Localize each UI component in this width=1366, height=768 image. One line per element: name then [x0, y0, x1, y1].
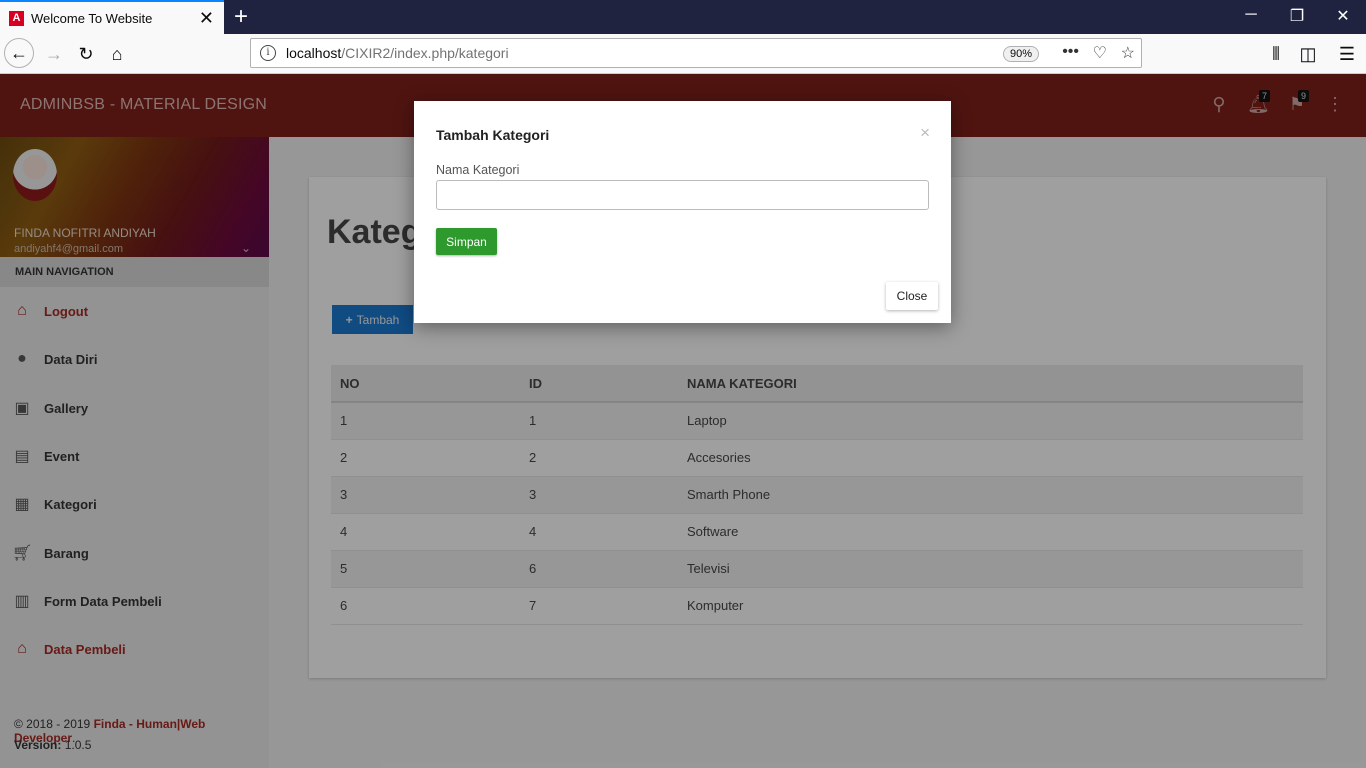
category-name-label: Nama Kategori: [436, 163, 520, 177]
close-window-icon[interactable]: ✕: [1333, 6, 1353, 26]
close-tab-icon[interactable]: ✕: [199, 8, 214, 29]
save-button[interactable]: Simpan: [436, 228, 497, 255]
forward-button[interactable]: →: [40, 40, 68, 68]
browser-tab-bar: A Welcome To Website ✕ + ─ ❐ ✕: [0, 0, 1366, 34]
tab-title: Welcome To Website: [31, 10, 153, 26]
back-button[interactable]: ←: [4, 38, 34, 68]
site-favicon-icon: A: [9, 10, 24, 26]
category-name-input[interactable]: [436, 180, 929, 210]
add-category-modal: Tambah Kategori × Nama Kategori Simpan C…: [414, 101, 951, 323]
home-button[interactable]: ⌂: [103, 40, 131, 68]
restore-icon[interactable]: ❐: [1287, 6, 1307, 26]
modal-title: Tambah Kategori: [436, 127, 550, 143]
browser-nav-bar: ← → ↻ ⌂ i localhost/CIXIR2/index.php/kat…: [0, 34, 1366, 74]
info-icon[interactable]: i: [260, 45, 276, 61]
pocket-icon[interactable]: ♡: [1093, 43, 1107, 63]
browser-tab[interactable]: A Welcome To Website ✕: [0, 0, 224, 34]
close-button[interactable]: Close: [886, 282, 938, 310]
sidebar-toggle-icon[interactable]: ◫: [1294, 40, 1322, 68]
bookmark-star-icon[interactable]: ☆: [1121, 43, 1135, 63]
minimize-icon[interactable]: ─: [1241, 6, 1261, 24]
new-tab-button[interactable]: +: [230, 3, 252, 31]
more-actions-icon[interactable]: •••: [1062, 43, 1079, 61]
url-bar[interactable]: i localhost/CIXIR2/index.php/kategori 90…: [250, 38, 1142, 68]
library-icon[interactable]: ⫴: [1262, 40, 1290, 68]
close-icon[interactable]: ×: [920, 123, 930, 143]
reload-button[interactable]: ↻: [72, 40, 100, 68]
zoom-badge[interactable]: 90%: [1002, 46, 1039, 62]
url-text[interactable]: localhost/CIXIR2/index.php/kategori: [286, 45, 509, 61]
menu-icon[interactable]: ☰: [1333, 40, 1361, 68]
